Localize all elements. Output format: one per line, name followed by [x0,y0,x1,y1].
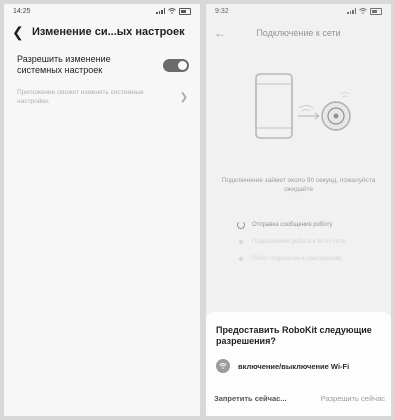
header: ❮ Изменение си...ых настроек [4,18,200,46]
description-row[interactable]: Приложение сможет изменять системные нас… [4,82,200,106]
status-time: 14:25 [13,7,31,15]
status-bar: 14:25 [4,4,200,18]
permission-dialog: Предоставить RoboKit следующие разрешени… [206,312,391,416]
battery-icon [179,7,191,15]
toggle-knob [178,60,187,70]
allow-system-settings-row[interactable]: Разрешить изменение системных настроек [4,46,200,82]
back-arrow-icon[interactable]: ❮ [12,24,26,41]
description-text: Приложение сможет изменять системные нас… [17,89,144,105]
chevron-right-icon: ❯ [179,91,188,103]
allow-system-settings-toggle[interactable] [163,58,189,72]
wifi-icon [216,359,230,373]
signal-icon [156,8,165,14]
dialog-title: Предоставить RoboKit следующие разрешени… [216,325,372,346]
permission-item: включение/выключение Wi-Fi [216,359,349,373]
deny-button[interactable]: Запретить сейчас... [214,394,287,403]
allow-button[interactable]: Разрешить сейчас [321,394,385,403]
page-title: Изменение си...ых настроек [32,26,185,38]
status-icons [156,7,191,15]
wifi-icon [168,8,176,14]
toggle-label: Разрешить изменение системных настроек [17,54,111,75]
dialog-actions: Запретить сейчас... Разрешить сейчас [214,394,385,403]
permission-label: включение/выключение Wi-Fi [238,361,350,371]
network-connection-screen: 9:32 ← Подключение к сети Подключение за… [206,4,391,416]
system-settings-screen: 14:25 ❮ Изменение си...ых настроек Разре… [4,4,200,416]
